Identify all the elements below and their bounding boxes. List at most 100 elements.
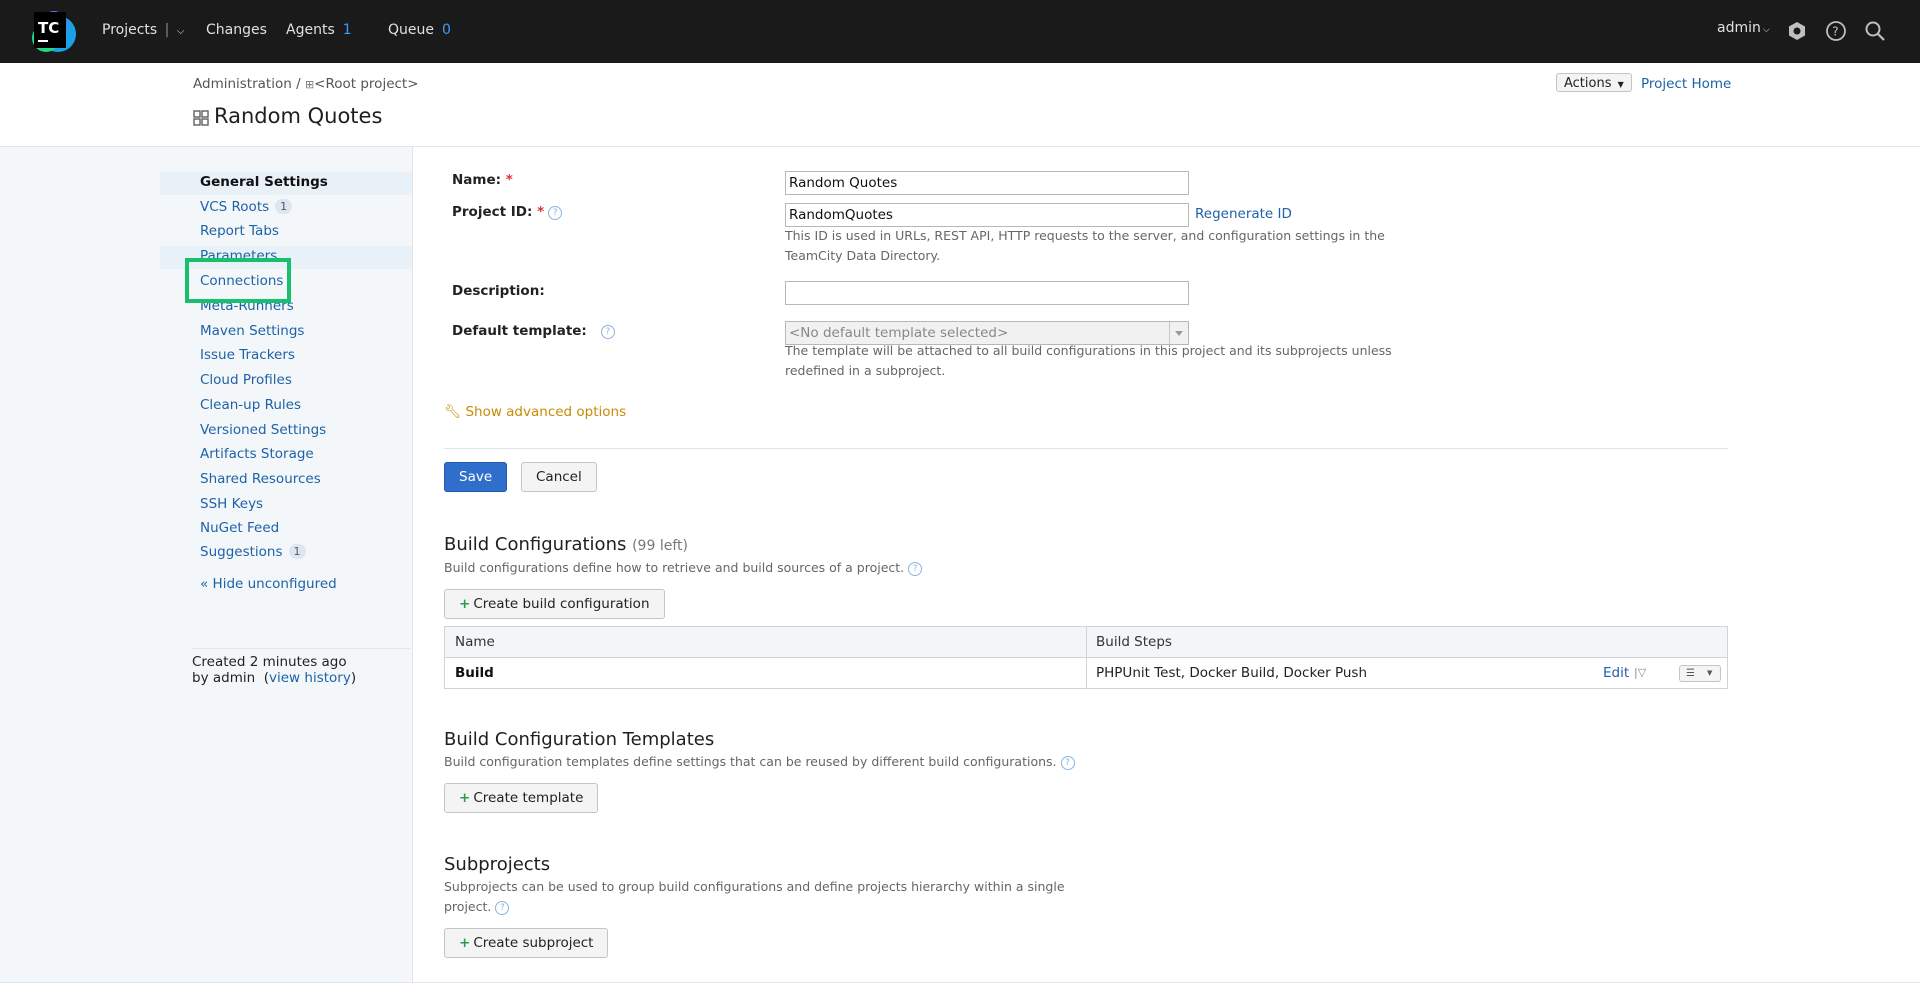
- nav-agents-label: Agents: [286, 22, 335, 38]
- sidebar-item-suggestions[interactable]: Suggestions 1: [200, 544, 306, 560]
- column-header-name: Name: [455, 634, 495, 650]
- build-config-name[interactable]: Build: [445, 658, 494, 688]
- created-info: Created 2 minutes ago: [192, 654, 347, 670]
- project-grid-icon: ⊞: [304, 78, 315, 91]
- create-subproject-label: Create subproject: [473, 935, 594, 951]
- caret-down-icon: ▼: [1617, 80, 1624, 89]
- queue-count: 0: [442, 22, 451, 38]
- breadcrumb-administration[interactable]: Administration: [193, 76, 292, 92]
- sidebar-item-label: VCS Roots: [200, 199, 270, 215]
- project-home-link[interactable]: Project Home: [1641, 76, 1731, 92]
- subprojects-desc-line2-text: project.: [444, 899, 492, 914]
- plus-icon: +: [459, 596, 471, 612]
- sidebar-item-shared-resources[interactable]: Shared Resources: [200, 471, 321, 487]
- subprojects-desc-line2: project.?: [444, 897, 1065, 917]
- column-separator: [1086, 627, 1087, 688]
- breadcrumb-separator: /: [296, 76, 301, 92]
- default-template-label-text: Default template:: [452, 323, 587, 339]
- default-template-label: Default template:?: [452, 323, 615, 339]
- save-button[interactable]: Save: [444, 462, 508, 492]
- hide-unconfigured-link[interactable]: « Hide unconfigured: [200, 576, 337, 592]
- sidebar-item-label: Suggestions: [200, 544, 283, 560]
- required-mark: *: [505, 172, 513, 188]
- name-input[interactable]: Random Quotes: [785, 171, 1189, 195]
- project-id-input[interactable]: RandomQuotes: [785, 203, 1189, 227]
- row-actions-menu[interactable]: ☰ ▼: [1679, 665, 1721, 682]
- sidebar-item-artifacts-storage[interactable]: Artifacts Storage: [200, 446, 314, 462]
- svg-text:?: ?: [1832, 25, 1838, 39]
- nav-queue-label: Queue: [388, 22, 434, 38]
- user-name: admin: [1717, 20, 1761, 36]
- templates-desc-text: Build configuration templates define set…: [444, 754, 1057, 769]
- help-icon[interactable]: ?: [1060, 756, 1075, 770]
- sidebar-item-general-settings[interactable]: General Settings: [200, 174, 328, 190]
- default-template-note: The template will be attached to all bui…: [785, 343, 1392, 378]
- user-menu[interactable]: admin ⌵: [1717, 20, 1770, 36]
- templates-title: Build Configuration Templates: [444, 729, 715, 750]
- gear-icon[interactable]: [1786, 20, 1808, 42]
- name-label-text: Name:: [452, 172, 502, 188]
- build-configurations-title: Build Configurations (99 left): [444, 534, 688, 555]
- help-icon[interactable]: ?: [548, 206, 563, 220]
- suggestions-count-badge: 1: [288, 544, 306, 559]
- created-by-text: by admin: [192, 670, 256, 686]
- search-icon[interactable]: [1864, 20, 1886, 42]
- project-icon: [193, 110, 209, 126]
- nav-queue[interactable]: Queue 0: [388, 22, 451, 38]
- top-navigation-bar: TC Projects | ⌵ Changes Agents 1 Queue 0 a…: [0, 0, 1920, 63]
- project-id-note: This ID is used in URLs, REST API, HTTP …: [785, 228, 1385, 263]
- build-configurations-desc-text: Build configurations define how to retri…: [444, 560, 905, 575]
- nav-agents[interactable]: Agents 1: [286, 22, 352, 38]
- help-icon[interactable]: ?: [1825, 20, 1847, 42]
- plus-icon: +: [459, 790, 471, 806]
- sidebar-item-nuget-feed[interactable]: NuGet Feed: [200, 520, 279, 536]
- create-subproject-button[interactable]: + Create subproject: [444, 928, 609, 958]
- help-icon[interactable]: ?: [495, 901, 510, 915]
- help-icon[interactable]: ?: [908, 562, 923, 576]
- chevron-down-icon[interactable]: ⌵: [177, 26, 185, 37]
- create-template-button[interactable]: + Create template: [444, 783, 599, 813]
- sidebar-divider: [192, 648, 410, 649]
- create-build-configuration-button[interactable]: + Create build configuration: [444, 589, 665, 619]
- agents-count: 1: [342, 22, 352, 38]
- description-input[interactable]: [785, 281, 1189, 305]
- vcs-roots-count-badge: 1: [275, 199, 293, 214]
- subprojects-desc-line1: Subprojects can be used to group build c…: [444, 879, 1065, 894]
- build-configurations-table: Name Build Steps Build PHPUnit Test, Doc…: [444, 626, 1728, 689]
- sidebar-item-maven-settings[interactable]: Maven Settings: [200, 323, 304, 339]
- page-header: Administration / ⊞<Root project> Random …: [0, 63, 1920, 147]
- caret-down-icon: ▼: [1707, 669, 1713, 677]
- view-history-link[interactable]: view history: [269, 670, 351, 686]
- help-icon[interactable]: ?: [600, 325, 615, 339]
- edit-dropdown-icon[interactable]: |▽: [1634, 658, 1646, 688]
- sidebar-item-clean-up-rules[interactable]: Clean-up Rules: [200, 397, 301, 413]
- sidebar-item-ssh-keys[interactable]: SSH Keys: [200, 496, 263, 512]
- chevron-down-icon: ⌵: [1762, 25, 1770, 35]
- regenerate-id-link[interactable]: Regenerate ID: [1195, 206, 1292, 222]
- project-id-label-text: Project ID:: [452, 204, 533, 220]
- sidebar-item-report-tabs[interactable]: Report Tabs: [200, 223, 279, 239]
- nav-projects-label: Projects: [102, 22, 158, 38]
- breadcrumb-root-project[interactable]: <Root project>: [314, 76, 418, 92]
- nav-projects[interactable]: Projects | ⌵: [102, 22, 184, 38]
- sidebar-item-cloud-profiles[interactable]: Cloud Profiles: [200, 372, 292, 388]
- plus-icon: +: [459, 935, 471, 951]
- teamcity-logo[interactable]: TC: [28, 8, 80, 56]
- sidebar-item-issue-trackers[interactable]: Issue Trackers: [200, 347, 295, 363]
- subprojects-title: Subprojects: [444, 854, 551, 875]
- nav-changes[interactable]: Changes: [206, 22, 267, 38]
- created-by: by admin (view history): [192, 670, 357, 686]
- sidebar-item-versioned-settings[interactable]: Versioned Settings: [200, 422, 326, 438]
- show-advanced-options[interactable]: 🔧︎ Show advanced options: [444, 404, 626, 420]
- name-label: Name: *: [452, 172, 513, 188]
- subprojects-desc: Subprojects can be used to group build c…: [444, 877, 1065, 917]
- breadcrumb: Administration / ⊞<Root project>: [193, 76, 419, 92]
- logo-text: TC: [38, 19, 59, 37]
- page-title: Random Quotes: [214, 104, 383, 128]
- sidebar-item-vcs-roots[interactable]: VCS Roots 1: [200, 199, 293, 215]
- actions-dropdown[interactable]: Actions ▼: [1556, 73, 1632, 92]
- edit-link[interactable]: Edit: [1603, 658, 1629, 688]
- footer-divider: [0, 982, 1920, 983]
- cancel-button[interactable]: Cancel: [521, 462, 597, 492]
- show-advanced-label: Show advanced options: [465, 404, 627, 420]
